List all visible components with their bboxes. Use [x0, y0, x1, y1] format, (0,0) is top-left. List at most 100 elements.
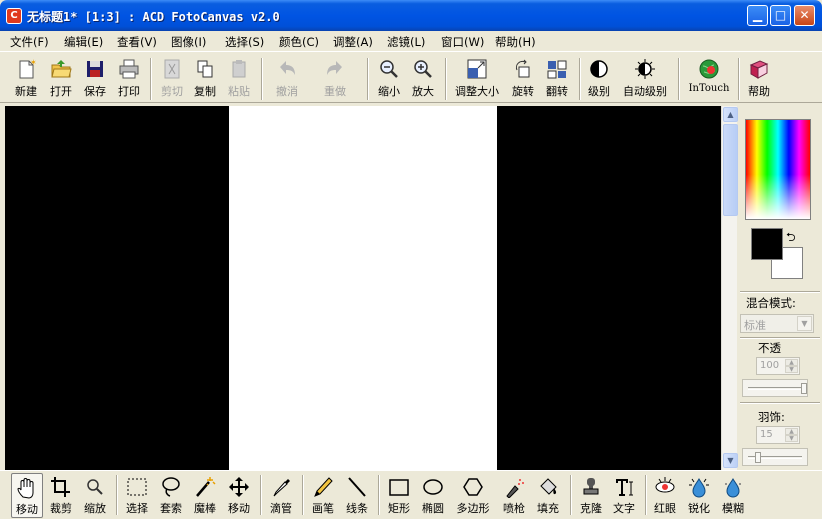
menu-image[interactable]: 图像(I)	[171, 34, 206, 50]
blend-mode-value: 标准	[744, 319, 766, 332]
foreground-color-swatch[interactable]	[751, 228, 783, 260]
spin-down-icon[interactable]: ▼	[785, 366, 798, 373]
copy-button[interactable]: 复制	[189, 56, 221, 100]
zoom-in-button[interactable]: 放大	[407, 56, 439, 100]
open-folder-icon	[51, 60, 72, 78]
image-canvas[interactable]	[229, 106, 497, 470]
tool-brush[interactable]: 画笔	[307, 473, 339, 518]
feather-slider[interactable]	[742, 448, 808, 466]
opacity-value: 100	[760, 360, 780, 371]
cut-button[interactable]: 剪切	[156, 56, 188, 100]
rotate-icon	[515, 59, 530, 78]
levels-button[interactable]: 级别	[585, 56, 613, 100]
slider-thumb[interactable]	[801, 383, 807, 394]
tool-crop[interactable]: 裁剪	[45, 473, 77, 518]
toolbar-separator	[445, 58, 447, 100]
color-picker[interactable]	[745, 119, 811, 220]
opacity-slider[interactable]	[742, 379, 808, 397]
tool-line[interactable]: 线条	[341, 473, 373, 518]
ellipse-icon	[423, 479, 443, 495]
menu-help[interactable]: 帮助(H)	[495, 34, 536, 50]
undo-button[interactable]: 撤消	[267, 56, 307, 100]
tool-airbrush[interactable]: 喷枪	[498, 473, 530, 518]
menu-file[interactable]: 文件(F)	[10, 34, 49, 50]
tool-move[interactable]: 移动	[11, 473, 43, 518]
menu-color[interactable]: 颜色(C)	[279, 34, 319, 50]
tool-eyedropper[interactable]: 滴管	[265, 473, 297, 518]
scroll-down-button[interactable]: ▼	[723, 453, 738, 468]
tool-sharpen[interactable]: 锐化	[683, 473, 715, 518]
menu-filter[interactable]: 滤镜(L)	[387, 34, 425, 50]
spin-up-icon[interactable]: ▲	[785, 359, 798, 366]
hand-icon	[17, 478, 34, 499]
canvas-area[interactable]	[5, 106, 721, 470]
tool-select[interactable]: 选择	[121, 473, 153, 518]
help-button[interactable]: 帮助	[744, 56, 774, 100]
blur-drop-icon	[725, 478, 741, 498]
tool-blur[interactable]: 模糊	[717, 473, 749, 518]
red-eye-icon	[655, 477, 675, 493]
tool-red-eye[interactable]: 红眼	[649, 473, 681, 518]
tool-fill[interactable]: 填充	[532, 473, 564, 518]
move-arrows-icon	[229, 477, 249, 497]
tool-text[interactable]: 文字	[608, 473, 640, 518]
opacity-input[interactable]: 100 ▲ ▼	[756, 357, 800, 375]
feather-input[interactable]: 15 ▲ ▼	[756, 426, 800, 444]
window-title: 无标题1* [1:3] : ACD FotoCanvas v2.0	[27, 10, 280, 24]
resize-button[interactable]: 调整大小	[451, 56, 503, 100]
magic-wand-icon	[196, 477, 216, 497]
print-button[interactable]: 打印	[113, 56, 145, 100]
tool-polygon[interactable]: 多边形	[451, 473, 495, 518]
crop-icon	[51, 477, 70, 497]
rotate-button[interactable]: 旋转	[507, 56, 539, 100]
text-tool-icon	[614, 479, 633, 496]
scroll-up-button[interactable]: ▲	[723, 107, 738, 122]
auto-levels-button[interactable]: 自动级别	[619, 56, 671, 100]
tool-zoom[interactable]: 缩放	[79, 473, 111, 518]
tool-magic-wand[interactable]: 魔棒	[189, 473, 221, 518]
paste-icon	[232, 60, 246, 78]
sharpen-drop-icon	[689, 478, 709, 498]
main-toolbar: ✶ 新建 打开 保存 打印 剪切 复制 粘贴 撤消 重做 缩小 放大 调整大小 …	[0, 51, 822, 103]
vertical-scrollbar[interactable]: ▲ ▼	[721, 106, 738, 470]
maximize-button[interactable]: □	[770, 5, 791, 26]
spin-up-icon[interactable]: ▲	[785, 428, 798, 435]
paste-button[interactable]: 粘贴	[223, 56, 255, 100]
tool-clone[interactable]: 克隆	[575, 473, 607, 518]
menu-adjust[interactable]: 调整(A)	[333, 34, 373, 50]
close-button[interactable]: ✕	[794, 5, 815, 26]
toolbar-separator	[302, 475, 304, 515]
intouch-button[interactable]: InTouch	[684, 56, 734, 100]
tool-rectangle[interactable]: 矩形	[383, 473, 415, 518]
new-button[interactable]: ✶ 新建	[10, 56, 42, 100]
menu-edit[interactable]: 编辑(E)	[64, 34, 103, 50]
spin-down-icon[interactable]: ▼	[785, 435, 798, 442]
redo-button[interactable]: 重做	[315, 56, 355, 100]
scroll-thumb[interactable]	[723, 124, 738, 216]
toolbar-separator	[260, 475, 262, 515]
minimize-button[interactable]: ▁	[747, 5, 768, 26]
save-button[interactable]: 保存	[79, 56, 111, 100]
toolbar-separator	[378, 475, 380, 515]
toolbar-separator	[645, 475, 647, 515]
pencil-icon	[314, 477, 333, 497]
printer-icon	[119, 59, 139, 79]
tool-lasso[interactable]: 套索	[155, 473, 187, 518]
zoom-out-button[interactable]: 缩小	[373, 56, 405, 100]
slider-thumb[interactable]	[755, 452, 761, 463]
menu-bar: 文件(F) 编辑(E) 查看(V) 图像(I) 选择(S) 颜色(C) 调整(A…	[0, 31, 822, 51]
tool-move-selection[interactable]: 移动	[223, 473, 255, 518]
paint-bucket-icon	[540, 478, 557, 495]
open-button[interactable]: 打开	[45, 56, 77, 100]
chevron-up-icon: ▲	[727, 110, 734, 119]
menu-window[interactable]: 窗口(W)	[441, 34, 484, 50]
marquee-icon	[127, 478, 147, 496]
menu-view[interactable]: 查看(V)	[117, 34, 157, 50]
swap-colors-icon[interactable]: ⮌	[786, 228, 796, 249]
flip-button[interactable]: 翻转	[541, 56, 573, 100]
menu-select[interactable]: 选择(S)	[225, 34, 264, 50]
blend-mode-select[interactable]: 标准 ▼	[740, 314, 814, 333]
title-bar[interactable]: C 无标题1* [1:3] : ACD FotoCanvas v2.0 ▁ □ …	[0, 0, 822, 31]
tool-ellipse[interactable]: 椭圆	[417, 473, 449, 518]
toolbar-separator	[261, 58, 263, 100]
